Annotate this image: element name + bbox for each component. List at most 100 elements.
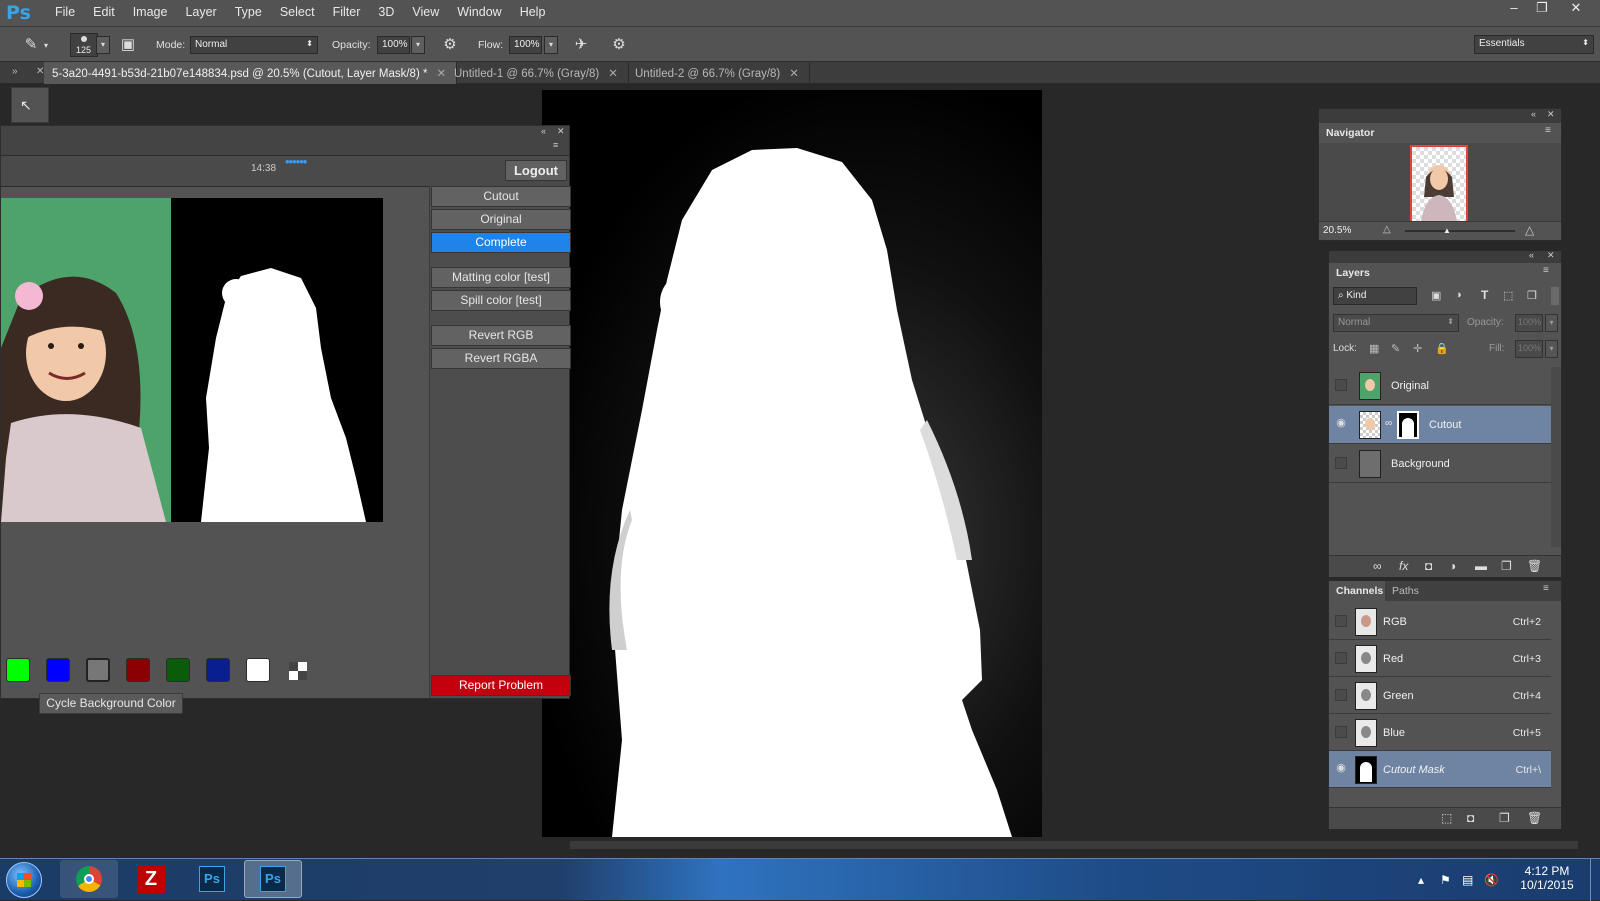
panel-menu-icon[interactable]: ≡ (553, 140, 558, 150)
airbrush-icon[interactable]: ✈ (570, 35, 592, 55)
fill-input[interactable]: 100% (1515, 340, 1543, 358)
report-problem-button[interactable]: Report Problem (431, 675, 571, 696)
bg-swatch-checker[interactable] (289, 662, 307, 680)
filter-toggle[interactable] (1551, 287, 1559, 305)
close-icon[interactable]: ✕ (557, 126, 565, 137)
tab-channels[interactable]: Channels (1329, 581, 1391, 601)
clock[interactable]: 4:12 PM 10/1/2015 (1514, 864, 1580, 892)
layer-row-background[interactable]: Background (1329, 445, 1551, 483)
filter-type-icon[interactable]: T (1481, 288, 1488, 302)
navigator-zoom[interactable]: 20.5% (1323, 225, 1351, 236)
tablet-pressure-icon[interactable]: ⚙ (608, 35, 630, 55)
menu-type[interactable]: Type (226, 5, 271, 19)
collapse-icon[interactable]: « (1529, 250, 1534, 260)
navigator-viewbox[interactable] (1410, 145, 1468, 229)
link-layers-icon[interactable]: ∞ (1373, 559, 1382, 573)
visibility-toggle[interactable] (1335, 652, 1347, 664)
layer-mask-thumbnail[interactable] (1397, 411, 1419, 439)
flow-input[interactable]: 100% (509, 36, 542, 54)
link-icon[interactable]: ∞ (1385, 418, 1392, 429)
menu-image[interactable]: Image (124, 5, 177, 19)
brush-preset-dropdown[interactable]: ▾ (96, 36, 110, 54)
channel-row-rgb[interactable]: RGB Ctrl+2 (1329, 603, 1551, 640)
save-selection-icon[interactable]: ◘ (1467, 811, 1474, 825)
adjustment-layer-icon[interactable]: ◑ (1449, 559, 1456, 573)
start-button[interactable] (6, 862, 42, 898)
bg-swatch-dark-green[interactable] (166, 658, 190, 682)
action-center-flag-icon[interactable]: ⚑ (1440, 873, 1451, 887)
filter-pixel-icon[interactable]: ▣ (1431, 289, 1441, 302)
navigator-title[interactable]: Navigator (1319, 123, 1382, 143)
taskbar-photoshop-active[interactable]: Ps (244, 860, 302, 898)
menu-layer[interactable]: Layer (176, 5, 225, 19)
taskbar-filezilla[interactable]: Z (122, 860, 180, 898)
document-canvas[interactable] (542, 90, 1042, 837)
panel-menu-icon[interactable]: ≡ (1543, 265, 1549, 276)
cutout-button[interactable]: Cutout (431, 186, 571, 207)
zoom-slider[interactable] (1405, 230, 1515, 232)
close-icon[interactable]: ✕ (1547, 109, 1555, 120)
flow-dropdown[interactable]: ▾ (544, 36, 558, 54)
zoom-in-icon[interactable]: △ (1525, 223, 1534, 237)
close-icon[interactable]: ✕ (436, 68, 446, 80)
workspace-select[interactable]: Essentials ⬍ (1474, 35, 1594, 54)
minimize-button[interactable]: – (1500, 0, 1528, 18)
horizontal-scrollbar[interactable] (570, 841, 1578, 849)
channel-row-blue[interactable]: Blue Ctrl+5 (1329, 714, 1551, 751)
collapse-icon[interactable]: « (1531, 109, 1536, 119)
tab-untitled-1[interactable]: Untitled-1 @ 66.7% (Gray/8) ✕ (446, 62, 629, 84)
filter-smart-object-icon[interactable]: ❐ (1527, 289, 1537, 302)
brush-tool-icon[interactable]: ✎ (20, 35, 42, 55)
panel-menu-icon[interactable]: ≡ (1543, 583, 1549, 594)
lock-all-icon[interactable]: 🔒 (1435, 342, 1449, 355)
layer-filter-select[interactable]: ⌕ Kind (1333, 287, 1417, 305)
layer-row-original[interactable]: Original (1329, 367, 1551, 405)
trash-icon[interactable]: 🗑 (1527, 559, 1542, 573)
mode-select[interactable]: Normal ⬍ (190, 36, 318, 54)
tab-untitled-2[interactable]: Untitled-2 @ 66.7% (Gray/8) ✕ (627, 62, 810, 84)
bg-swatch-blue[interactable] (46, 658, 70, 682)
zoom-out-icon[interactable]: △ (1383, 224, 1391, 235)
new-layer-icon[interactable]: ❐ (1501, 559, 1512, 573)
layer-opacity-dropdown[interactable]: ▾ (1545, 314, 1558, 332)
channel-row-green[interactable]: Green Ctrl+4 (1329, 677, 1551, 714)
lock-image-icon[interactable]: ✎ (1391, 342, 1400, 355)
close-icon[interactable]: ✕ (608, 68, 618, 80)
original-button[interactable]: Original (431, 209, 571, 230)
close-button[interactable]: ✕ (1562, 0, 1590, 18)
collapse-icon[interactable]: « (541, 126, 546, 136)
load-selection-icon[interactable]: ⬚ (1441, 811, 1452, 825)
lock-transparent-icon[interactable]: ▦ (1369, 342, 1379, 355)
bg-swatch-dark-red[interactable] (126, 658, 150, 682)
tab-document-main[interactable]: 5-3a20-4491-b53d-21b07e148834.psd @ 20.5… (44, 62, 458, 84)
trash-icon[interactable]: 🗑 (1527, 811, 1542, 825)
channel-row-cutout-mask[interactable]: ◉ Cutout Mask Ctrl+\ (1329, 751, 1551, 788)
chevron-down-icon[interactable]: ▾ (44, 41, 48, 50)
menu-help[interactable]: Help (511, 5, 555, 19)
close-icon[interactable]: ✕ (1547, 250, 1555, 261)
close-icon[interactable]: ✕ (789, 68, 799, 80)
fill-dropdown[interactable]: ▾ (1545, 340, 1558, 358)
volume-muted-icon[interactable]: 🔇 (1484, 873, 1499, 887)
bg-swatch-white[interactable] (246, 658, 270, 682)
network-icon[interactable]: ▤ (1462, 873, 1473, 887)
brush-preset-picker[interactable]: 125 (70, 33, 98, 57)
visibility-toggle[interactable] (1335, 615, 1347, 627)
taskbar-chrome[interactable] (60, 860, 118, 898)
bg-swatch-gray[interactable] (86, 658, 110, 682)
menu-edit[interactable]: Edit (84, 5, 124, 19)
layer-row-cutout[interactable]: ◉ ∞ Cutout (1329, 406, 1551, 444)
cycle-background-button[interactable]: Cycle Background Color (39, 693, 183, 714)
airbrush-pressure-icon[interactable]: ⚙ (439, 35, 461, 55)
add-mask-icon[interactable]: ◘ (1425, 559, 1432, 573)
menu-file[interactable]: File (46, 5, 84, 19)
visibility-toggle[interactable] (1335, 689, 1347, 701)
visibility-toggle[interactable] (1335, 726, 1347, 738)
filter-shape-icon[interactable]: ⬚ (1503, 289, 1513, 302)
blend-mode-select[interactable]: Normal ⬍ (1333, 314, 1459, 332)
tab-paths[interactable]: Paths (1385, 581, 1426, 601)
panel-collapse-icon[interactable]: » (12, 66, 18, 77)
eye-icon[interactable]: ◉ (1335, 763, 1347, 775)
brush-panel-icon[interactable]: ▣ (117, 35, 139, 55)
opacity-input[interactable]: 100% (377, 36, 410, 54)
